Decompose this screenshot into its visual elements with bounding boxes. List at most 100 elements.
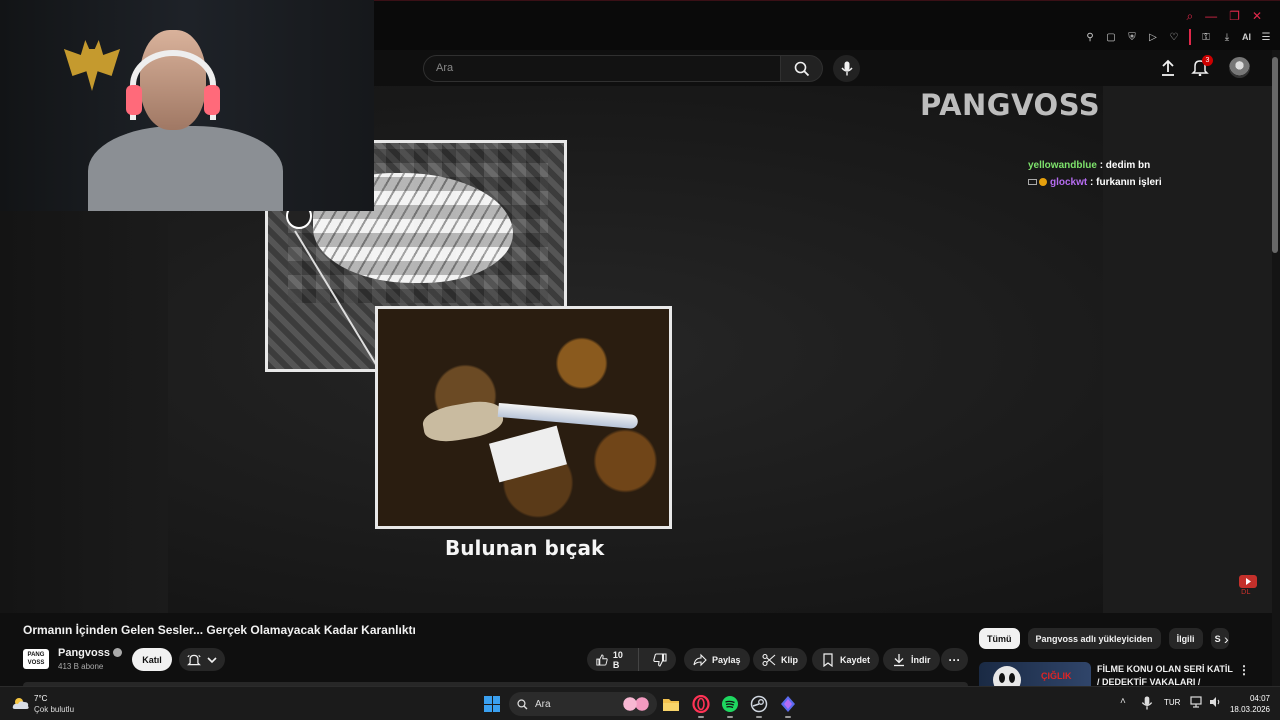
microphone-icon[interactable] xyxy=(1141,696,1153,710)
app-running-indicator xyxy=(727,716,733,718)
channel-avatar[interactable]: PANG VOSS xyxy=(23,649,49,669)
file-explorer-icon[interactable] xyxy=(661,694,681,714)
clock-date: 18.03.2026 xyxy=(1229,705,1270,714)
network-icon[interactable] xyxy=(1190,696,1202,708)
close-icon[interactable]: ✕ xyxy=(1252,9,1262,24)
account-avatar[interactable] xyxy=(1229,57,1250,78)
lock-icon[interactable]: ⚿ xyxy=(1200,31,1212,43)
like-dislike-group: 10 B xyxy=(587,648,676,671)
menu-icon[interactable]: ☰ xyxy=(1260,31,1272,43)
photo-caption: Bulunan bıçak xyxy=(445,536,605,560)
page-scrollbar[interactable] xyxy=(1272,50,1280,686)
search-icon[interactable]: ⌕ xyxy=(1186,9,1193,24)
extension-separator xyxy=(1189,29,1191,45)
steam-icon[interactable] xyxy=(749,694,769,718)
chevron-up-icon[interactable]: ˄ xyxy=(1120,696,1126,707)
windows-taskbar: 7°C Çok bulutlu Ara ˄ TUR 04:07 18.03.20… xyxy=(0,686,1280,720)
save-button[interactable]: Kaydet xyxy=(812,648,880,671)
dislike-button[interactable] xyxy=(644,648,676,671)
verified-icon xyxy=(112,648,122,657)
opera-gx-icon[interactable] xyxy=(691,694,711,718)
subscriber-count: 413 B abone xyxy=(58,662,104,671)
ghostface-mask-icon xyxy=(993,666,1021,686)
channel-name-row[interactable]: Pangvoss xyxy=(58,647,122,659)
gem-app-icon[interactable] xyxy=(778,694,798,718)
search-icon xyxy=(794,61,809,76)
microphone-icon xyxy=(840,61,853,76)
thumbnail-text: ÇIĞLIK xyxy=(1041,671,1072,681)
app-running-indicator xyxy=(785,716,791,718)
more-vertical-icon[interactable]: ⋮ xyxy=(1238,663,1250,677)
flower-decoration-icon xyxy=(621,697,651,711)
volume-icon[interactable] xyxy=(1209,696,1221,708)
notifications-button[interactable]: 3 xyxy=(1191,55,1213,78)
weather-temperature[interactable]: 7°C xyxy=(34,694,47,703)
taskbar-search[interactable]: Ara xyxy=(509,692,657,716)
upload-icon[interactable] xyxy=(1159,59,1177,77)
chip-related[interactable]: İlgili xyxy=(1168,628,1203,649)
clip-button[interactable]: Klip xyxy=(753,648,807,671)
thumbs-up-icon xyxy=(596,653,608,666)
download-label: İndir xyxy=(911,654,931,665)
channel-name[interactable]: Pangvoss xyxy=(58,647,110,659)
recommended-thumbnail[interactable]: ÇIĞLIK xyxy=(979,662,1091,686)
spotify-icon[interactable] xyxy=(720,694,740,718)
chat-overlay: yellowandblue : dedim bn glockwt : furka… xyxy=(1028,157,1162,191)
search-button[interactable] xyxy=(781,55,823,82)
share-icon xyxy=(693,653,707,666)
notification-badge: 3 xyxy=(1202,55,1213,66)
chevron-right-icon[interactable]: › xyxy=(1224,631,1240,647)
restore-icon[interactable]: ❐ xyxy=(1229,9,1240,24)
chat-message: yellowandblue : dedim bn xyxy=(1028,157,1162,174)
headset-ear-right xyxy=(204,85,220,115)
scrollbar-thumb[interactable] xyxy=(1272,57,1278,253)
more-icon: ··· xyxy=(948,652,961,667)
cloth-item xyxy=(420,397,506,446)
webcam-overlay xyxy=(0,0,374,211)
download-icon[interactable]: ⤓ xyxy=(1221,31,1233,43)
share-button[interactable]: Paylaş xyxy=(684,648,750,671)
taskbar-search-label: Ara xyxy=(535,698,551,710)
join-button[interactable]: Katıl xyxy=(132,648,172,671)
shield-icon[interactable]: ⛨ xyxy=(1126,31,1138,43)
clip-label: Klip xyxy=(781,654,798,665)
play-icon[interactable]: ▷ xyxy=(1147,31,1159,43)
chip-from-uploader[interactable]: Pangvoss adlı yükleyiciden xyxy=(1027,628,1161,649)
chat-text: : dedim bn xyxy=(1099,160,1151,171)
screenshot-icon[interactable]: ▢ xyxy=(1105,31,1117,43)
pin-icon[interactable]: ⚲ xyxy=(1084,31,1096,43)
youtube-logo-icon: DL xyxy=(1239,575,1257,595)
search-input[interactable]: Ara xyxy=(423,55,781,82)
channel-watermark: PANGVOSS xyxy=(920,88,1101,122)
streamer-body xyxy=(88,126,283,211)
save-label: Kaydet xyxy=(840,654,871,665)
chat-username: glockwt xyxy=(1050,177,1088,188)
related-chips: Tümü Pangvoss adlı yükleyiciden İlgili S xyxy=(979,628,1229,649)
subscribed-notifications-button[interactable] xyxy=(179,648,225,671)
like-count: 10 B xyxy=(612,649,623,670)
voice-search-button[interactable] xyxy=(833,55,860,82)
bits-badge-icon xyxy=(1039,178,1047,186)
ai-button[interactable]: AI xyxy=(1242,32,1251,42)
svg-text:DL: DL xyxy=(1241,588,1250,595)
windows-start-icon[interactable] xyxy=(484,696,500,712)
download-button[interactable]: İndir xyxy=(883,648,940,671)
clock[interactable]: 04:07 18.03.2026 xyxy=(1228,693,1270,715)
streamer-figure xyxy=(88,30,288,211)
chat-text: : furkanın işleri xyxy=(1090,177,1162,188)
minimize-icon[interactable]: — xyxy=(1205,9,1217,24)
download-icon xyxy=(894,653,904,666)
extension-bar: ⚲ ▢ ⛨ ▷ ♡ ⚿ ⤓ AI ☰ xyxy=(1084,29,1272,45)
paper-item xyxy=(489,425,567,483)
weather-condition[interactable]: Çok bulutlu xyxy=(34,705,74,714)
more-actions-button[interactable]: ··· xyxy=(941,648,968,671)
app-running-indicator xyxy=(756,716,762,718)
chip-all[interactable]: Tümü xyxy=(979,628,1020,649)
like-button[interactable]: 10 B xyxy=(587,648,639,671)
bookmark-icon xyxy=(823,652,833,667)
video-title: Ormanın İçinden Gelen Sesler... Gerçek O… xyxy=(23,623,416,637)
heart-icon[interactable]: ♡ xyxy=(1168,31,1180,43)
app-running-indicator xyxy=(698,716,704,718)
bell-icon xyxy=(187,654,201,665)
input-language[interactable]: TUR xyxy=(1164,698,1180,707)
